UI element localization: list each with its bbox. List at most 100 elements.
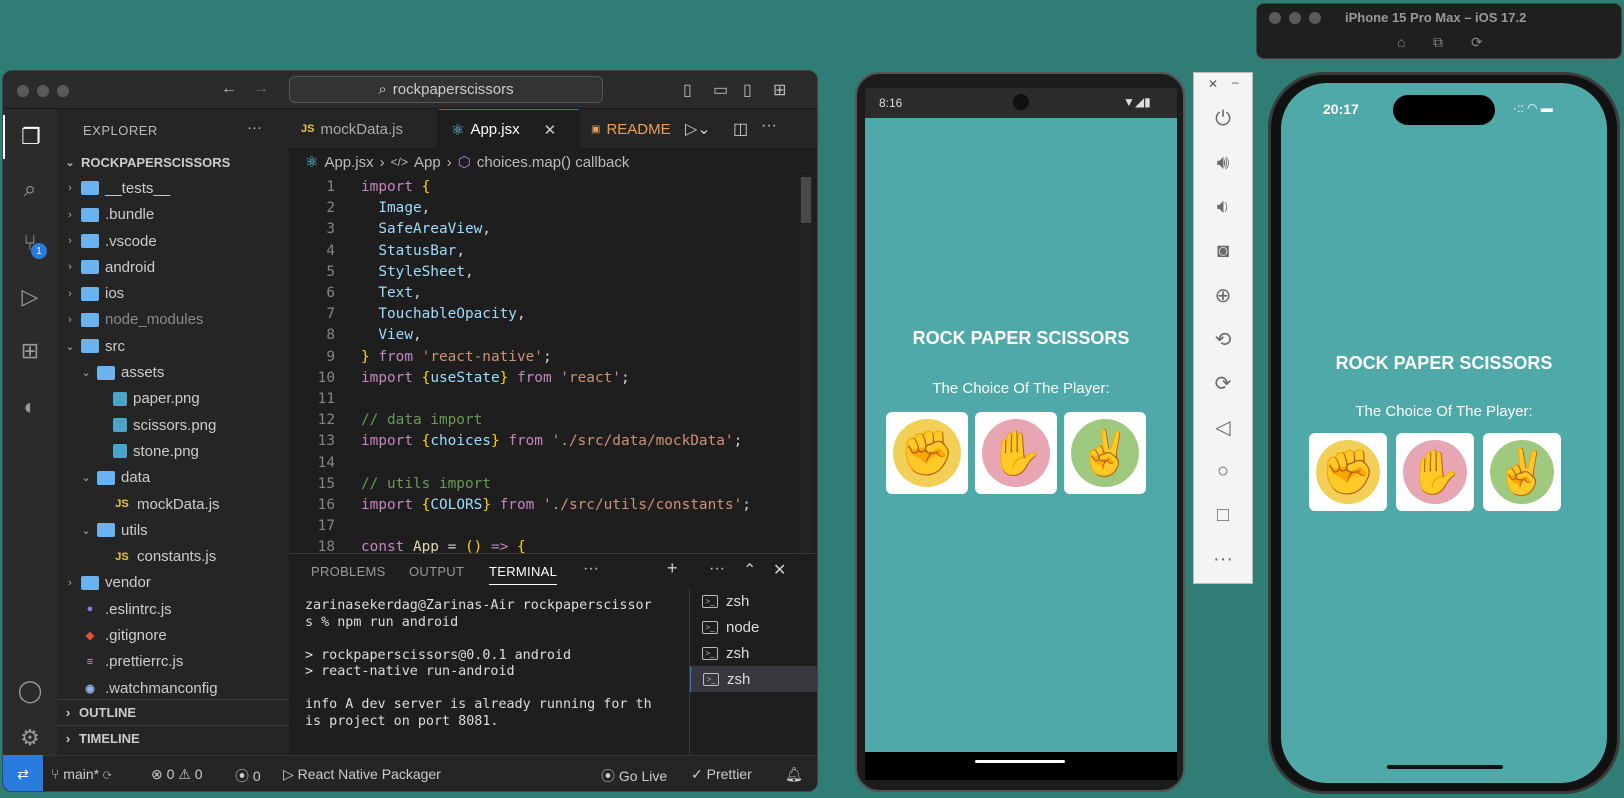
remote-indicator[interactable]: ⇄ [3, 755, 43, 791]
tree-item[interactable]: › ios [57, 280, 289, 306]
extensions-icon[interactable]: ⊞ [3, 329, 57, 373]
timeline-section[interactable]: › TIMELINE [57, 725, 289, 751]
tree-item[interactable]: ◆ .gitignore [57, 622, 289, 648]
home-icon[interactable]: ○ [1194, 449, 1252, 493]
toggle-secondary-sidebar-icon[interactable]: ▯ [743, 80, 752, 100]
more-actions-icon[interactable]: ··· [583, 560, 599, 578]
tree-item[interactable]: scissors.png [57, 412, 289, 438]
close-tab-icon[interactable]: ✕ [544, 121, 557, 139]
outline-section[interactable]: › OUTLINE [57, 699, 289, 725]
explorer-icon[interactable]: ❐ [3, 115, 57, 159]
minimize-icon[interactable]: – [1232, 75, 1239, 89]
tree-item[interactable]: › vendor [57, 570, 289, 596]
minimize-window-button[interactable] [1289, 12, 1301, 24]
run-file-icon[interactable]: ▷⌄ [685, 119, 711, 139]
settings-gear-icon[interactable]: ⚙ [3, 723, 57, 753]
tab-output[interactable]: OUTPUT [409, 564, 464, 579]
command-center-search[interactable]: ⌕ rockpaperscissors [289, 76, 603, 103]
tab-problems[interactable]: PROBLEMS [311, 564, 386, 579]
volume-up-icon[interactable]: 🔊︎ [1194, 141, 1252, 185]
tree-item[interactable]: › node_modules [57, 307, 289, 333]
packager-status[interactable]: ▷ React Native Packager [283, 766, 441, 783]
tab-terminal[interactable]: TERMINAL [489, 564, 558, 585]
overview-icon[interactable]: □ [1194, 493, 1252, 537]
tree-item[interactable]: › __tests__ [57, 175, 289, 201]
split-editor-icon[interactable]: ◫ [733, 119, 748, 139]
project-root[interactable]: ⌄ ROCKPAPERSCISSORS [57, 149, 289, 175]
tree-item[interactable]: ⌄ src [57, 333, 289, 359]
editor-scrollbar[interactable] [799, 175, 813, 553]
tab-readme[interactable]: ▣ README [579, 109, 689, 149]
tree-item[interactable]: › .bundle [57, 202, 289, 228]
close-icon[interactable]: ✕ [1208, 77, 1218, 91]
ports-status[interactable]: ⦿ 0 [235, 766, 261, 786]
maximize-window-button[interactable] [57, 85, 69, 97]
tree-item[interactable]: ⌄ assets [57, 359, 289, 385]
close-window-button[interactable] [17, 85, 29, 97]
close-window-button[interactable] [1269, 12, 1281, 24]
choice-button[interactable]: ✌ [1483, 433, 1561, 511]
toggle-sidebar-icon[interactable]: ▯ [683, 80, 692, 100]
more-actions-icon[interactable]: ··· [247, 119, 262, 136]
terminal-instance[interactable]: >_ node [690, 614, 817, 640]
tree-item[interactable]: JS mockData.js [57, 491, 289, 517]
home-gesture-bar[interactable] [975, 760, 1065, 763]
minimize-window-button[interactable] [37, 85, 49, 97]
choice-button[interactable]: ✋ [1396, 433, 1474, 511]
tree-item[interactable]: JS constants.js [57, 543, 289, 569]
screenshot-icon[interactable]: ⧉ [1433, 34, 1443, 51]
breadcrumb-callback[interactable]: choices.map() callback [477, 154, 630, 171]
terminal-instance[interactable]: >_ zsh [690, 640, 817, 666]
close-panel-icon[interactable]: ✕ [773, 560, 786, 580]
remote-explorer-icon[interactable]: ◐ [3, 385, 57, 429]
tree-item[interactable]: paper.png [57, 386, 289, 412]
tree-item[interactable]: ≡ .prettierrc.js [57, 649, 289, 675]
tree-item[interactable]: ◉ .watchmanconfig [57, 675, 289, 701]
account-icon[interactable]: ◯ [3, 669, 57, 713]
problems-status[interactable]: ⊗ 0 ⚠ 0 [151, 766, 203, 783]
choice-button[interactable]: ✊ [1309, 433, 1387, 511]
tree-item[interactable]: › .vscode [57, 228, 289, 254]
tree-item[interactable]: ● .eslintrc.js [57, 596, 289, 622]
rotate-left-icon[interactable]: ⟲ [1194, 317, 1252, 361]
maximize-panel-icon[interactable]: ⌃ [743, 560, 756, 580]
tree-item[interactable]: ⌄ data [57, 465, 289, 491]
tree-item[interactable]: stone.png [57, 438, 289, 464]
breadcrumb-symbol[interactable]: App [414, 154, 441, 171]
prettier-status[interactable]: ✓ Prettier [691, 766, 752, 783]
forward-arrow-icon[interactable]: → [253, 80, 269, 98]
choice-button[interactable]: ✌ [1064, 412, 1146, 494]
tree-item[interactable]: ⌄ utils [57, 517, 289, 543]
zoom-icon[interactable]: ⊕ [1194, 273, 1252, 317]
power-icon[interactable]: ⏻ [1194, 97, 1252, 141]
notifications-bell-icon[interactable]: 🔔︎ [785, 766, 803, 783]
scroll-thumb[interactable] [801, 177, 811, 223]
breadcrumb-file[interactable]: App.jsx [324, 154, 373, 171]
branch-status[interactable]: ⑂ main* ⟳ [51, 766, 111, 782]
home-indicator[interactable] [1387, 765, 1503, 769]
camera-icon[interactable]: ◙ [1194, 229, 1252, 273]
more-actions-icon[interactable]: ··· [709, 560, 725, 578]
search-icon[interactable]: ⌕ [3, 167, 57, 211]
home-icon[interactable]: ⌂ [1397, 34, 1405, 50]
customize-layout-icon[interactable]: ⊞ [773, 80, 786, 100]
back-arrow-icon[interactable]: ← [221, 80, 237, 98]
choice-button[interactable]: ✊ [886, 412, 968, 494]
more-icon[interactable]: ··· [1194, 537, 1252, 581]
go-live-status[interactable]: ⦿ Go Live [601, 766, 667, 786]
rotate-right-icon[interactable]: ⟳ [1194, 361, 1252, 405]
source-control-icon[interactable]: ⑂ 1 [3, 221, 57, 265]
terminal-instance[interactable]: >_ zsh [690, 588, 817, 614]
rotate-icon[interactable]: ⟳ [1471, 34, 1483, 51]
choice-button[interactable]: ✋ [975, 412, 1057, 494]
tab-mockdata[interactable]: JS mockData.js [289, 109, 439, 149]
code-editor[interactable]: 1 import {2 Image, 3 SafeAreaView, 4 Status… [289, 175, 799, 553]
maximize-window-button[interactable] [1309, 12, 1321, 24]
terminal-instance[interactable]: >_ zsh [690, 666, 817, 692]
terminal-output[interactable]: zarinasekerdag@Zarinas-Air rockpaperscis… [305, 598, 655, 730]
back-icon[interactable]: ◁ [1194, 405, 1252, 449]
tab-app-jsx[interactable]: ⚛ App.jsx ✕ [439, 109, 579, 149]
more-actions-icon[interactable]: ··· [761, 117, 777, 135]
tree-item[interactable]: › android [57, 254, 289, 280]
new-terminal-icon[interactable]: + [667, 558, 678, 579]
